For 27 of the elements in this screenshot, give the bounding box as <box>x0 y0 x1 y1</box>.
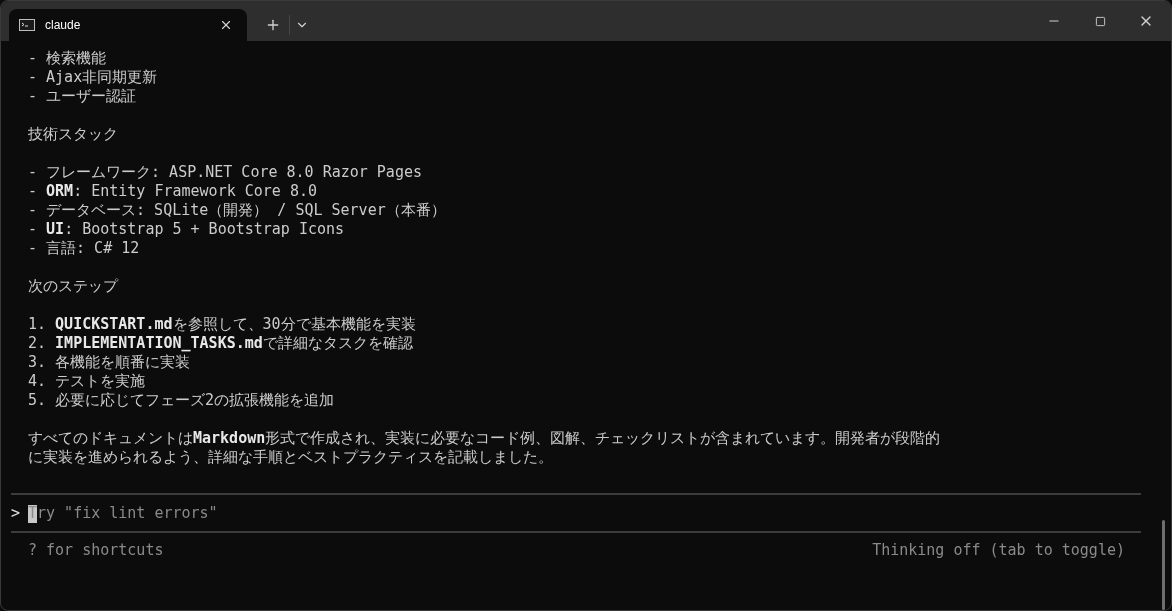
output-line: 次のステップ <box>28 277 120 296</box>
output-line: - Ajax非同期更新 <box>28 68 159 87</box>
output-line: 1. QUICKSTART.mdを参照して、30分で基本機能を実装 <box>28 315 417 334</box>
tab-title: claude <box>45 18 82 32</box>
output-line: - データベース: SQLite（開発） / SQL Server（本番） <box>28 201 447 220</box>
close-icon <box>219 18 233 32</box>
terminal-icon <box>19 19 35 31</box>
thinking-status: Thinking off (tab to toggle) <box>872 541 1125 560</box>
output-line: - ユーザー認証 <box>28 87 138 106</box>
output-line: - 検索機能 <box>28 49 108 68</box>
plus-icon <box>265 17 281 33</box>
output-line: 5. 必要に応じてフェーズ2の拡張機能を追加 <box>28 391 336 410</box>
output-line: - フレームワーク: ASP.NET Core 8.0 Razor Pages <box>28 163 423 182</box>
output-line: - ORM: Entity Framework Core 8.0 <box>28 182 318 201</box>
output-line: に実装を進められるよう、詳細な手順とベストプラクティスを記載しました。 <box>28 448 554 467</box>
output-line: 技術スタック <box>28 125 119 144</box>
output-line: 4. テストを実施 <box>28 372 147 391</box>
scrollbar[interactable] <box>1162 520 1165 610</box>
output-line: すべてのドキュメントはMarkdown形式で作成され、実装に必要なコード例、図解、チェックリストが含まれています。開発者が段階的 <box>28 429 942 448</box>
output-line: - 言語: C# 12 <box>28 239 141 258</box>
tab[interactable]: claude <box>9 9 247 41</box>
prompt-symbol: > <box>11 503 22 523</box>
output-line: - UI: Bootstrap 5 + Bootstrap Icons <box>28 220 346 239</box>
output-line: 2. IMPLEMENTATION_TASKS.mdで詳細なタスクを確認 <box>28 334 414 353</box>
maximize-icon <box>1094 15 1106 27</box>
shortcuts-hint: ? for shortcuts <box>28 541 164 560</box>
output-line: 3. 各機能を順番に実装 <box>28 353 192 372</box>
